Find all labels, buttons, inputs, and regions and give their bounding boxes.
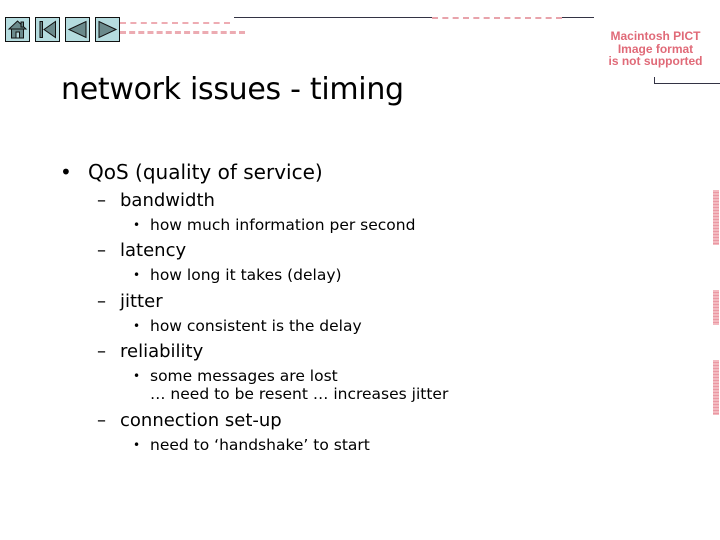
bullet-text: connection set-up (120, 410, 282, 431)
placeholder-line: is not supported (608, 54, 703, 68)
faded-header-line (120, 31, 245, 37)
faded-header-graphic (120, 20, 250, 40)
bullet-level2: – bandwidth (97, 190, 215, 211)
previous-button[interactable] (65, 17, 90, 42)
bullet-glyph: • (133, 319, 141, 333)
bullet-text: how consistent is the delay (150, 317, 362, 335)
slide-navigation (5, 17, 120, 42)
bullet-text: how long it takes (delay) (150, 266, 342, 284)
bullet-text-continuation: … need to be resent … increases jitter (150, 385, 449, 403)
bullet-level3: • how long it takes (delay) (133, 266, 342, 284)
bullet-level2: – reliability (97, 341, 203, 362)
placeholder-line: Macintosh PICT (610, 29, 701, 43)
bullet-level2: – connection set-up (97, 410, 282, 431)
first-slide-icon (39, 20, 56, 39)
dash-glyph: – (97, 190, 106, 211)
unsupported-image-placeholder: Macintosh PICT Image format is not suppo… (593, 30, 718, 68)
bullet-level2: – jitter (97, 291, 163, 312)
bullet-text: reliability (120, 341, 204, 362)
next-button[interactable] (95, 17, 120, 42)
dash-glyph: – (97, 410, 106, 431)
bullet-level1: • QoS (quality of service) (60, 160, 323, 184)
slide-title: network issues - timing (61, 72, 404, 107)
dash-glyph: – (97, 341, 106, 362)
bullet-level3: • some messages are lost … need to be res… (133, 367, 448, 403)
home-icon (7, 20, 28, 39)
bullet-glyph: • (60, 160, 72, 184)
dash-glyph: – (97, 291, 106, 312)
bullet-text: bandwidth (120, 190, 215, 211)
bullet-text: some messages are lost (150, 367, 338, 385)
bullet-level2: – latency (97, 240, 186, 261)
bullet-text: jitter (120, 291, 163, 312)
bullet-text: QoS (quality of service) (88, 160, 323, 184)
home-button[interactable] (5, 17, 30, 42)
bullet-glyph: • (133, 268, 141, 282)
faded-header-rule-segment (432, 17, 562, 23)
bullet-text: latency (120, 240, 187, 261)
side-mark (713, 290, 719, 325)
bullet-text: need to ‘handshake’ to start (150, 436, 370, 454)
bullet-level3: • how consistent is the delay (133, 317, 362, 335)
bullet-level3: • need to ‘handshake’ to start (133, 436, 370, 454)
bullet-glyph: • (133, 369, 141, 383)
first-slide-button[interactable] (35, 17, 60, 42)
bullet-text: how much information per second (150, 216, 416, 234)
next-icon (98, 20, 118, 39)
placeholder-corner-bracket (654, 77, 720, 84)
bullet-glyph: • (133, 438, 141, 452)
bullet-glyph: • (133, 218, 141, 232)
side-mark (713, 190, 719, 245)
dash-glyph: – (97, 240, 106, 261)
faded-header-line (120, 22, 230, 27)
previous-icon (67, 20, 87, 39)
bullet-level3: • how much information per second (133, 216, 415, 234)
side-mark (713, 360, 719, 415)
